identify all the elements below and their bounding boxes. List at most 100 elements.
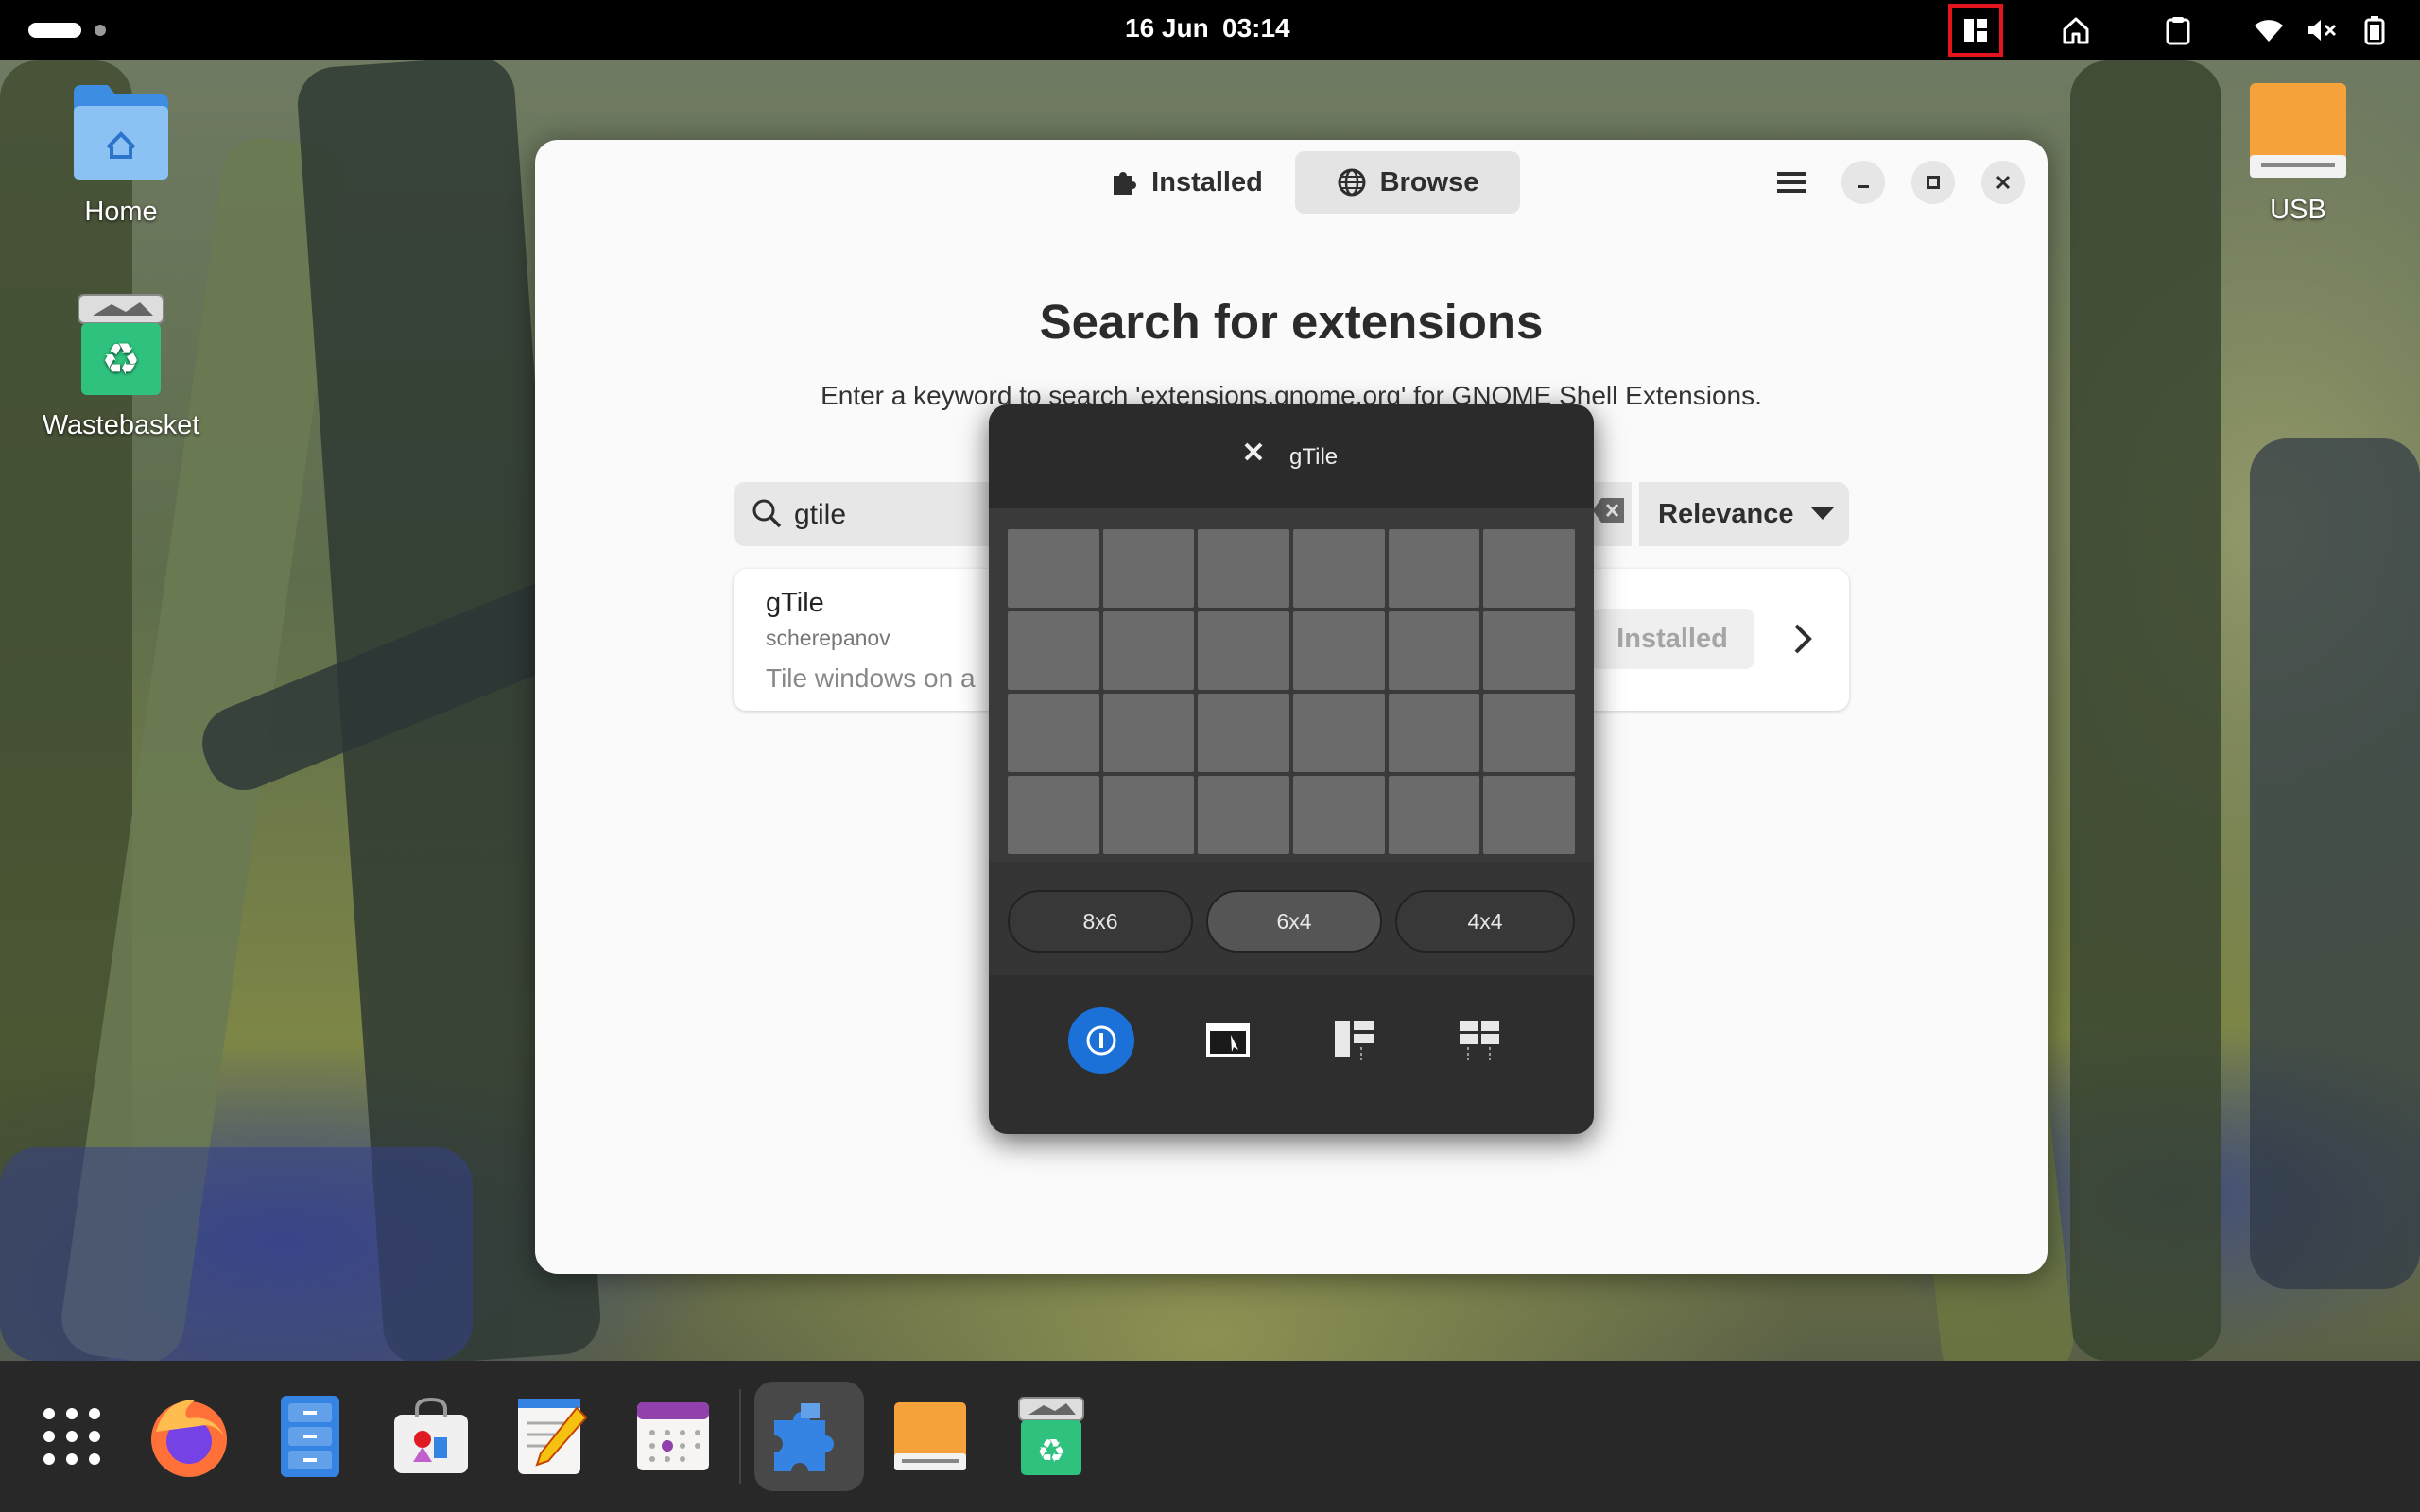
grid-cell[interactable]	[1008, 529, 1099, 608]
dock-firefox[interactable]	[134, 1382, 244, 1491]
grid-cell[interactable]	[1008, 776, 1099, 854]
activities-button[interactable]	[28, 23, 81, 38]
wifi-status[interactable]	[2248, 9, 2290, 51]
clock-time[interactable]: 03:14	[1222, 13, 1290, 43]
info-button[interactable]	[1068, 1007, 1134, 1074]
dock-text-editor[interactable]	[497, 1382, 607, 1491]
minimize-button[interactable]	[1841, 161, 1885, 204]
clear-search-icon[interactable]	[1592, 496, 1626, 524]
grid-cell[interactable]	[1198, 776, 1289, 854]
search-icon	[752, 499, 782, 528]
grid-cell[interactable]	[1102, 694, 1195, 772]
tab-label: Browse	[1379, 166, 1479, 198]
desktop-icon-label: USB	[2270, 195, 2326, 225]
battery-status[interactable]	[2358, 9, 2392, 51]
main-menu-button[interactable]	[1768, 161, 1815, 204]
gtile-title: gTile	[1289, 444, 1339, 470]
auto-tile-columns-button[interactable]	[1446, 1007, 1512, 1074]
grid-cell[interactable]	[1198, 611, 1289, 690]
clipboard-icon	[2166, 17, 2190, 45]
desktop-icon-usb[interactable]: USB	[2246, 81, 2350, 226]
preset-4x4-button[interactable]: 4x4	[1395, 890, 1575, 953]
grid-cell[interactable]	[1198, 694, 1289, 772]
chevron-right-icon[interactable]	[1792, 622, 1813, 656]
extension-author: scherepanov	[766, 626, 890, 650]
grid-cell[interactable]	[1483, 529, 1575, 608]
text-editor-icon	[518, 1399, 588, 1474]
globe-icon	[1338, 168, 1366, 197]
dock-calendar[interactable]	[618, 1382, 728, 1491]
gtile-layout-icon	[1964, 19, 1987, 42]
tab-label: Installed	[1151, 166, 1263, 198]
gtile-actions	[989, 975, 1594, 1134]
window-select-icon	[1206, 1023, 1250, 1057]
close-window-button[interactable]	[1981, 161, 2025, 204]
maximize-icon	[1927, 176, 1940, 189]
grid-cell[interactable]	[1388, 529, 1480, 608]
preset-8x6-button[interactable]: 8x6	[1008, 890, 1193, 953]
volume-status[interactable]	[2301, 9, 2342, 51]
firefox-icon	[151, 1400, 227, 1477]
close-icon	[1996, 175, 2011, 190]
grid-cell[interactable]	[1198, 529, 1289, 608]
gtile-popup: gTile 8x6 6x4 4x4	[989, 404, 1594, 1134]
gtile-presets: 8x6 6x4 4x4	[989, 862, 1594, 975]
clipboard-tray-button[interactable]	[2159, 9, 2197, 51]
gtile-grid-area	[989, 508, 1594, 862]
dock-extensions[interactable]	[754, 1382, 864, 1491]
grid-cell[interactable]	[1292, 529, 1385, 608]
grid-cell[interactable]	[1008, 611, 1099, 690]
top-bar: 16 Jun 03:14	[0, 0, 2420, 60]
window-select-button[interactable]	[1195, 1007, 1261, 1074]
grid-cell[interactable]	[1292, 694, 1385, 772]
grid-cell[interactable]	[1102, 776, 1195, 854]
extension-name: gTile	[766, 588, 824, 618]
dock-files[interactable]	[255, 1382, 365, 1491]
info-icon	[1086, 1025, 1116, 1056]
dock-app-grid[interactable]	[17, 1382, 127, 1491]
close-icon[interactable]	[1242, 440, 1265, 463]
desktop-icon-wastebasket[interactable]: ♻ Wastebasket	[21, 293, 221, 441]
grid-cell[interactable]	[1292, 776, 1385, 854]
minimize-icon	[1858, 185, 1869, 188]
home-tray-button[interactable]	[2057, 9, 2095, 51]
desktop-icon-home[interactable]: Home	[38, 79, 204, 228]
grid-cell[interactable]	[1388, 694, 1480, 772]
grid-cell[interactable]	[1388, 611, 1480, 690]
tab-installed[interactable]: Installed	[1083, 151, 1289, 214]
dock-software[interactable]	[376, 1382, 486, 1491]
home-icon	[2063, 17, 2089, 44]
calendar-icon	[637, 1402, 709, 1470]
installed-button[interactable]: Installed	[1590, 609, 1754, 669]
svg-text:♻: ♻	[1037, 1433, 1065, 1470]
clock-date[interactable]: 16 Jun	[1125, 13, 1209, 43]
grid-cell[interactable]	[1102, 529, 1195, 608]
grid-cell[interactable]	[1483, 694, 1575, 772]
tab-browse[interactable]: Browse	[1295, 151, 1520, 214]
auto-tile-main-button[interactable]	[1322, 1007, 1388, 1074]
hamburger-menu-icon	[1777, 172, 1806, 193]
gtile-tray-button[interactable]	[1948, 4, 2003, 57]
dock-separator	[739, 1389, 741, 1484]
tile-grid[interactable]	[1008, 529, 1575, 854]
battery-icon	[2364, 16, 2385, 45]
grid-cell[interactable]	[1008, 694, 1099, 772]
preset-6x4-button[interactable]: 6x4	[1206, 890, 1382, 953]
dock-usb[interactable]	[875, 1382, 985, 1491]
grid-cell[interactable]	[1292, 611, 1385, 690]
auto-tile-main-icon	[1335, 1021, 1374, 1060]
grid-cell[interactable]	[1483, 776, 1575, 854]
desktop-icon-label: Home	[84, 197, 158, 227]
grid-cell[interactable]	[1388, 776, 1480, 854]
dock: ♻	[0, 1361, 2420, 1512]
chevron-down-icon	[1810, 507, 1834, 520]
volume-muted-icon	[2308, 20, 2337, 41]
maximize-button[interactable]	[1911, 161, 1955, 204]
sort-dropdown[interactable]: Relevance	[1639, 482, 1849, 546]
dock-wastebasket[interactable]: ♻	[996, 1382, 1106, 1491]
workspace-indicator[interactable]	[95, 25, 106, 36]
grid-cell[interactable]	[1483, 611, 1575, 690]
wastebasket-icon: ♻	[78, 294, 164, 395]
grid-cell[interactable]	[1102, 611, 1195, 690]
gtile-header: gTile	[989, 404, 1594, 508]
